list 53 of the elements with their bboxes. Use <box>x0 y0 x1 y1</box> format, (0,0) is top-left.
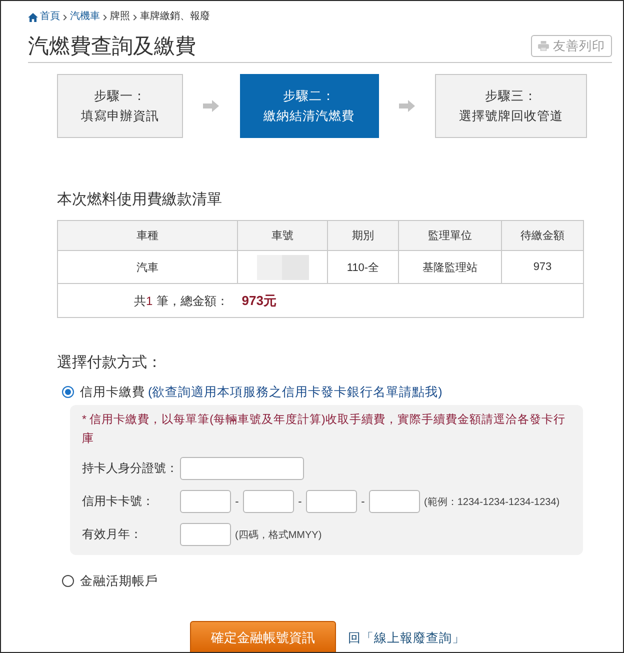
chevron-icon <box>103 14 107 20</box>
home-icon <box>28 12 38 22</box>
table-cell: 汽車 <box>58 250 238 284</box>
section-heading: 本次燃料使用費繳款清單 <box>57 192 222 208</box>
dash-separator: - <box>234 496 240 508</box>
breadcrumb-link[interactable]: 汽機車 <box>70 10 100 24</box>
format-hint: (四碼，格式MMYY) <box>235 528 322 542</box>
chevron-icon <box>133 14 137 20</box>
column-header: 車種 <box>58 220 238 250</box>
breadcrumb-item: 車牌繳銷、報廢 <box>140 10 210 24</box>
table-cell: 基隆監理站 <box>398 250 502 284</box>
arrow-right-icon <box>203 100 220 112</box>
radio-button[interactable] <box>62 386 74 398</box>
step-subtitle: 選擇號牌回收管道 <box>459 108 563 125</box>
step-title: 步驟一： <box>94 88 146 105</box>
blurred-placeholder <box>256 254 308 280</box>
input-field[interactable] <box>180 523 231 546</box>
step-subtitle: 繳納結清汽燃費 <box>264 108 354 125</box>
column-header: 車號 <box>238 220 328 250</box>
field-label: 有效月年： <box>82 526 143 543</box>
input-field[interactable] <box>243 490 294 513</box>
option-label: 信用卡繳費 <box>80 384 145 400</box>
total-summary: 共1 筆，總金額： <box>134 294 229 308</box>
table-cell: 110-全 <box>328 250 398 284</box>
column-header: 監理單位 <box>398 220 502 250</box>
page-title: 汽燃費查詢及繳費 <box>28 35 196 59</box>
field-label: 信用卡卡號： <box>82 493 155 510</box>
table-cell: 973 <box>502 250 584 284</box>
total-amount: 973元 <box>242 292 276 308</box>
input-field[interactable] <box>180 490 231 513</box>
step-title: 步驟三： <box>485 88 537 105</box>
input-field[interactable] <box>369 490 420 513</box>
option-label: 金融活期帳戶 <box>80 572 158 590</box>
home-link[interactable]: 首頁 <box>28 10 60 24</box>
arrow-right-icon <box>398 100 415 112</box>
radio-button[interactable] <box>62 575 74 587</box>
field-label: 持卡人身分證號： <box>82 460 179 477</box>
step-subtitle: 填寫申辦資訊 <box>81 108 159 125</box>
column-header: 待繳金額 <box>502 220 584 250</box>
format-hint: (範例：1234-1234-1234-1234) <box>424 496 560 508</box>
printer-icon <box>538 41 549 51</box>
breadcrumb-item: 牌照 <box>110 10 130 24</box>
section-heading: 選擇付款方式： <box>57 355 162 371</box>
dash-separator: - <box>297 496 303 508</box>
column-header: 期別 <box>328 220 398 250</box>
step-title: 步驟二： <box>283 88 335 105</box>
chevron-icon <box>63 14 67 20</box>
input-field[interactable] <box>306 490 357 513</box>
dash-separator: - <box>360 496 366 508</box>
input-field[interactable] <box>180 457 304 480</box>
fee-notice: * 信用卡繳費，以每單筆(每輛車號及年度計算)收取手續費，實際手續費金額請逕洽各發卡行庫 <box>82 412 566 447</box>
bank-list-link[interactable]: (欲查詢適用本項服務之信用卡發卡銀行名單請點我) <box>148 384 442 400</box>
back-link[interactable]: 回「線上報廢查詢」 <box>348 630 465 646</box>
